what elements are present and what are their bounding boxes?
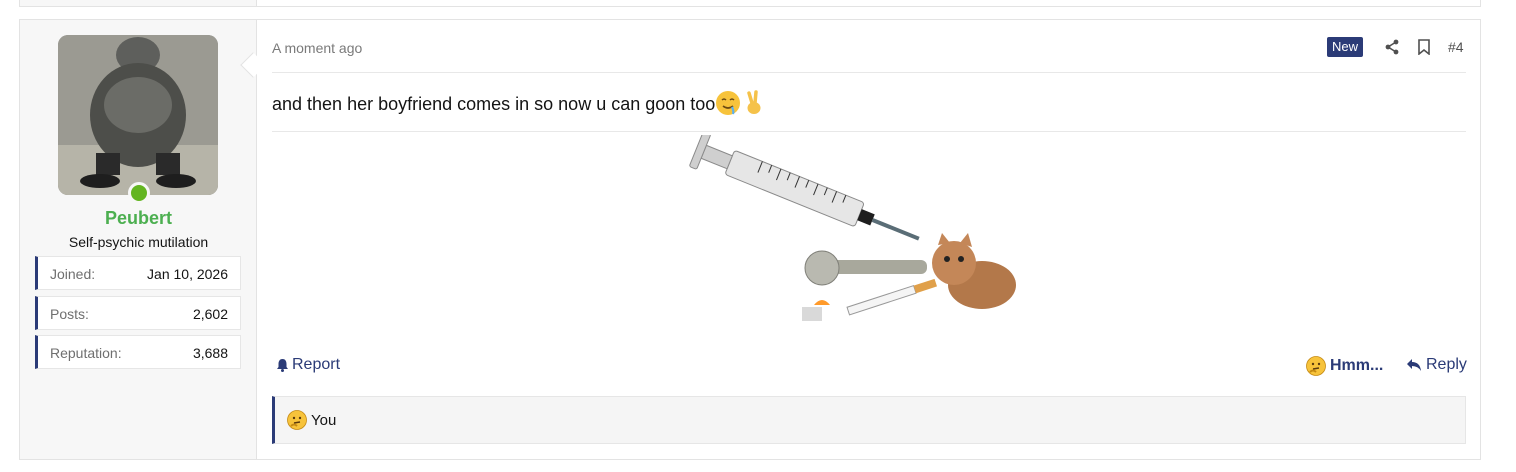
user-stat-reputation: Reputation: 3,688 [35, 335, 241, 369]
reaction-button[interactable]: Hmm... [1306, 356, 1383, 376]
victory-hand-emoji [747, 90, 761, 114]
stat-label: Joined: [50, 266, 96, 282]
stat-label: Reputation: [50, 345, 122, 361]
post-content: A moment ago New #4 and then her boyfrie… [272, 20, 1467, 459]
avatar[interactable] [58, 35, 218, 195]
divider [272, 131, 1466, 132]
user-title: Self-psychic mutilation [68, 234, 209, 250]
reply-icon [1407, 359, 1421, 371]
previous-post-bottom [19, 0, 1481, 7]
stat-value: 2,602 [192, 306, 228, 322]
post-number-link[interactable]: #4 [1448, 39, 1464, 55]
report-label: Report [292, 356, 341, 373]
reply-label: Reply [1426, 356, 1467, 373]
thinking-face-icon [1306, 356, 1326, 376]
post-message-text: and then her boyfriend comes in so now u… [272, 94, 716, 114]
reactions-summary-bar[interactable]: You [272, 396, 1466, 444]
thinking-face-icon [287, 410, 307, 430]
previous-post-user-column [20, 0, 257, 6]
post-4: Peubert Self-psychic mutilation Joined: … [19, 19, 1481, 460]
post-message: and then her boyfriend comes in so now u… [272, 90, 767, 116]
user-stat-joined: Joined: Jan 10, 2026 [35, 256, 241, 290]
drooling-face-emoji [716, 91, 741, 115]
bookmark-icon[interactable] [1414, 37, 1434, 57]
reaction-label: Hmm... [1330, 357, 1384, 374]
stat-value: Jan 10, 2026 [147, 266, 228, 282]
share-icon[interactable] [1382, 37, 1402, 57]
divider [272, 72, 1466, 73]
reply-button[interactable]: Reply [1406, 356, 1467, 374]
report-button[interactable]: Report [276, 356, 340, 374]
new-badge: New [1327, 37, 1364, 57]
stat-label: Posts: [50, 306, 89, 322]
post-timestamp[interactable]: A moment ago [272, 40, 362, 56]
online-status-indicator [128, 182, 150, 204]
stat-value: 3,688 [192, 345, 228, 361]
reactions-summary-text: You [311, 411, 337, 429]
syringe-cat-gif[interactable] [682, 131, 1027, 325]
username[interactable]: Peubert [20, 208, 257, 229]
user-stat-posts: Posts: 2,602 [35, 296, 241, 330]
user-column: Peubert Self-psychic mutilation Joined: … [20, 20, 257, 459]
bell-icon [277, 359, 288, 372]
